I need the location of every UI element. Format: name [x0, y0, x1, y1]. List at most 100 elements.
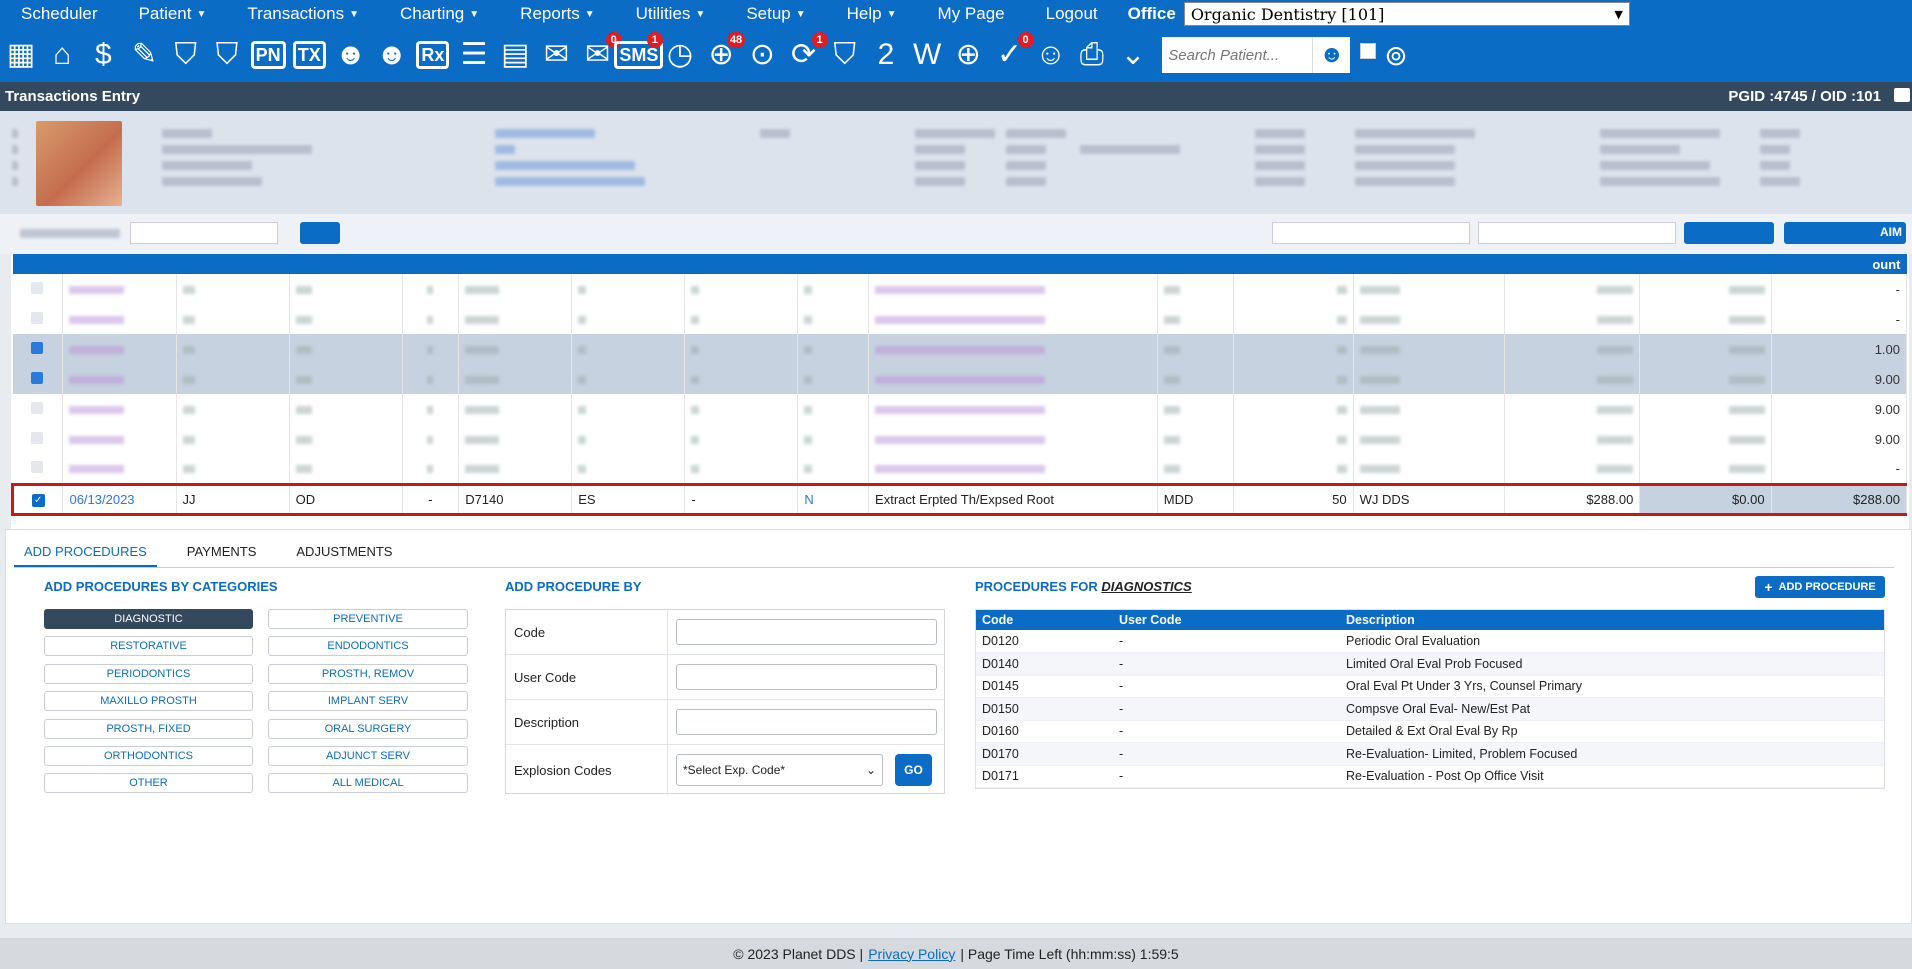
table-row[interactable]: 9.00 [12, 424, 1908, 454]
table-row[interactable]: 9.00 [12, 394, 1908, 424]
action-button-1[interactable] [1684, 222, 1774, 244]
chat-icon[interactable]: ✉ 0 [580, 32, 622, 75]
person-globe-icon[interactable]: ⊙ [744, 35, 780, 75]
category-preventive[interactable]: PREVENTIVE [268, 609, 468, 629]
add-procedure-button[interactable]: + ADD PROCEDURE [1755, 576, 1885, 598]
tab-adjustments[interactable]: ADJUSTMENTS [286, 540, 402, 567]
category-all-medical[interactable]: ALL MEDICAL [268, 773, 468, 794]
patient-search-input[interactable] [1162, 37, 1313, 73]
notification-badge: 1 [646, 32, 663, 48]
dollar-refresh-icon[interactable]: $ [85, 35, 121, 75]
category-oral-surgery[interactable]: ORAL SURGERY [268, 718, 468, 739]
dropdown-arrow-icon: ▼ [1614, 7, 1623, 21]
tooth-2-icon[interactable]: 2 [868, 35, 904, 75]
pn-icon[interactable]: PN [250, 35, 286, 75]
office-select[interactable]: Organic Dentistry [101] ▼ [1183, 2, 1630, 26]
tx-icon[interactable]: TX [291, 35, 327, 75]
category-periodontics[interactable]: PERIODONTICS [44, 663, 253, 684]
notes-icon[interactable]: ☰ [456, 35, 492, 75]
add-person-icon[interactable]: ☻ [333, 35, 369, 75]
category-diagnostic[interactable]: DIAGNOSTIC [44, 609, 253, 629]
cell-date[interactable]: 06/13/2023 [62, 482, 177, 516]
user-code-input[interactable] [676, 664, 937, 690]
search-option-checkbox[interactable] [1360, 43, 1377, 59]
add-by-title: ADD PROCEDURE BY [505, 579, 642, 594]
chevron-down-icon: ⌄ [865, 763, 876, 777]
category-prosth-fixed[interactable]: PROSTH, FIXED [44, 718, 253, 739]
menu-transactions[interactable]: Transactions ▼ [226, 4, 359, 24]
privacy-policy-link[interactable]: Privacy Policy [868, 946, 955, 962]
chevron-down-box-icon[interactable]: ⌄ [1115, 35, 1151, 75]
procedure-row[interactable]: D0120- Periodic Oral Evaluation [976, 630, 1884, 653]
table-row[interactable]: 9.00 [12, 364, 1908, 394]
person-refresh-icon[interactable]: ⟳ 1 [786, 32, 828, 75]
procedure-row[interactable]: D0171- Re-Evaluation - Post Op Office Vis… [976, 765, 1884, 788]
tooth-icon[interactable]: ⛉ [168, 35, 204, 75]
menu-utilities[interactable]: Utilities ▼ [615, 4, 706, 24]
category-prosth-remov[interactable]: PROSTH, REMOV [268, 663, 468, 684]
selected-transaction-row[interactable]: ✓ 06/13/2023 JJ OD - D7140 ES - N Extract Erpted … [11, 482, 1908, 516]
calendar-icon[interactable]: ▦ [3, 35, 39, 75]
globe-people-icon[interactable]: ⊕ 48 [703, 32, 746, 75]
category-other[interactable]: OTHER [44, 773, 253, 794]
menu-help[interactable]: Help ▼ [826, 4, 897, 24]
main-menu-bar: Scheduler Patient ▼ Transactions ▼ Charting ▼ R… [0, 0, 1912, 28]
menu-patient[interactable]: Patient ▼ [118, 4, 207, 24]
table-row[interactable]: - [12, 274, 1908, 304]
cell-n: N [797, 482, 870, 516]
tab-add-procedures[interactable]: ADD PROCEDURES [14, 540, 157, 567]
table-row[interactable]: 1.00 [12, 334, 1908, 364]
envelope-icon[interactable]: ✉ [538, 35, 574, 75]
tooth-box-icon[interactable]: ⛉ [827, 35, 863, 75]
add-person-alt-icon[interactable]: ☻ [374, 35, 410, 75]
procedure-row[interactable]: D0140- Limited Oral Eval Prob Focused [976, 652, 1884, 676]
printer-icon[interactable]: ⎙ [1074, 35, 1110, 75]
rx-icon[interactable]: Rx [415, 35, 451, 75]
filter-button[interactable] [300, 222, 340, 244]
transaction-toolbar: AIM [0, 214, 1912, 254]
code-input[interactable] [676, 619, 937, 645]
menu-setup[interactable]: Setup ▼ [725, 4, 805, 24]
category-endodontics[interactable]: ENDODONTICS [268, 636, 468, 657]
menu-reports[interactable]: Reports ▼ [499, 4, 594, 24]
document-icon[interactable]: ▤ [497, 35, 533, 75]
patient-search-button[interactable]: ☻ [1312, 37, 1351, 73]
notification-badge: 0 [1017, 32, 1034, 48]
menu-charting[interactable]: Charting ▼ [379, 4, 479, 24]
tab-payments[interactable]: PAYMENTS [177, 540, 267, 567]
sms-icon[interactable]: SMS 1 [614, 32, 664, 75]
printer-icon[interactable] [1894, 88, 1910, 102]
table-row[interactable]: - [12, 454, 1908, 484]
pen-note-icon[interactable]: ✎ [127, 35, 163, 75]
row-checkbox[interactable]: ✓ [31, 494, 45, 507]
category-maxillo-prosth[interactable]: MAXILLO PROSTH [44, 691, 253, 712]
menu-logout[interactable]: Logout [1025, 4, 1098, 24]
explosion-code-select[interactable]: *Select Exp. Code* ⌄ [676, 754, 883, 786]
explosion-label: Explosion Codes [506, 745, 668, 795]
menu-my-page[interactable]: My Page [917, 4, 1005, 24]
procedure-row[interactable]: D0160- Detailed & Ext Oral Eval By Rp [976, 720, 1884, 743]
table-row[interactable]: - [12, 304, 1908, 334]
clock-icon[interactable]: ◷ [662, 35, 698, 75]
cell-qty: 50 [1233, 482, 1354, 516]
procedure-row[interactable]: D0145- Oral Eval Pt Under 3 Yrs, Counsel … [976, 675, 1884, 698]
menu-scheduler[interactable]: Scheduler [0, 4, 98, 24]
claim-button[interactable]: AIM [1784, 222, 1906, 244]
category-implant-serv[interactable]: IMPLANT SERV [268, 691, 468, 712]
document-check-icon[interactable]: ✓ 0 [992, 32, 1034, 75]
description-input[interactable] [676, 709, 937, 735]
tooth-outline-icon[interactable]: ⛉ [209, 35, 245, 75]
caret-down-icon: ▼ [349, 9, 359, 20]
tooth-w-icon[interactable]: W [909, 35, 945, 75]
procedure-row[interactable]: D0150- Compsve Oral Eval- New/Est Pat [976, 697, 1884, 721]
category-orthodontics[interactable]: ORTHODONTICS [44, 746, 253, 766]
person-search-icon: ☻ [1319, 41, 1345, 68]
category-adjunct-serv[interactable]: ADJUNCT SERV [268, 746, 468, 766]
procedure-row[interactable]: D0170- Re-Evaluation- Limited, Problem Fo… [976, 742, 1884, 766]
home-icon[interactable]: ⌂ [44, 35, 80, 75]
family-icon[interactable]: ☺ [1033, 35, 1069, 75]
group-search-icon[interactable]: ⊚ [1384, 39, 1407, 72]
category-restorative[interactable]: RESTORATIVE [44, 636, 253, 657]
go-button[interactable]: GO [895, 754, 932, 786]
globe-icon[interactable]: ⊕ [950, 35, 986, 75]
